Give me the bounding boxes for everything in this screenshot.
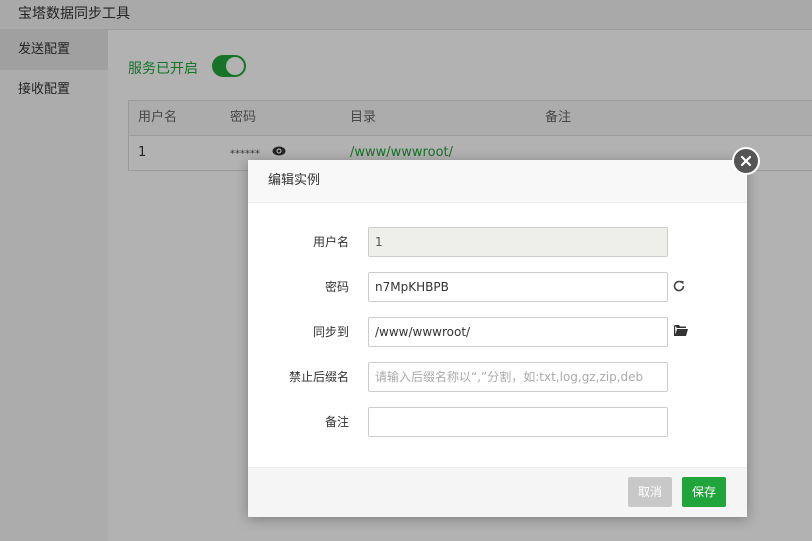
folder-open-icon[interactable] <box>673 324 689 341</box>
exclude-suffix-label: 禁止后缀名 <box>288 370 349 384</box>
save-button[interactable]: 保存 <box>682 477 727 507</box>
edit-instance-dialog: 编辑实例 用户名 密码 同步到 禁止后缀名 备注 取消 保存 <box>248 160 747 517</box>
dialog-title: 编辑实例 <box>248 160 747 203</box>
close-icon[interactable] <box>732 147 760 175</box>
note-input[interactable] <box>368 407 668 437</box>
exclude-suffix-input[interactable] <box>368 362 668 392</box>
sync-to-input[interactable] <box>368 317 668 347</box>
password-input[interactable] <box>368 272 668 302</box>
sync-to-label: 同步到 <box>312 325 349 339</box>
form-row-exclude-suffix: 禁止后缀名 <box>248 362 747 392</box>
username-input <box>368 227 668 257</box>
username-label: 用户名 <box>312 235 349 249</box>
form-row-sync-to: 同步到 <box>248 317 747 347</box>
form-row-username: 用户名 <box>248 227 747 257</box>
cancel-button[interactable]: 取消 <box>628 477 673 507</box>
note-label: 备注 <box>324 415 349 429</box>
form-row-password: 密码 <box>248 272 747 302</box>
refresh-icon[interactable] <box>672 279 686 297</box>
dialog-footer: 取消 保存 <box>248 467 747 517</box>
password-label: 密码 <box>324 280 349 294</box>
form-row-note: 备注 <box>248 407 747 437</box>
